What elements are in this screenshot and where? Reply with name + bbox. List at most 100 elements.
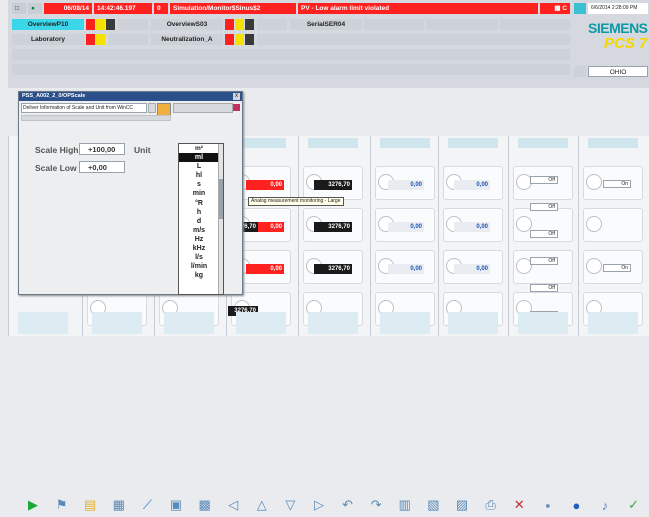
area-button-laboratory[interactable]: Laboratory [12,34,84,45]
unit-option[interactable]: hl [179,171,219,180]
state-off-label[interactable]: Off [530,203,558,211]
area-alarm-icon [225,34,234,45]
unit-option[interactable]: s [179,180,219,189]
dialog-pin-icon[interactable] [233,104,240,111]
value-display[interactable]: 3276,70 [314,264,352,274]
report-icon[interactable]: ▦ [110,496,128,514]
area-slot [426,19,498,30]
dialog-description: Deliver Information of Scale and Unit fr… [21,103,147,113]
state-off-label[interactable]: Off [530,284,558,292]
user-icon[interactable]: ● [28,3,42,14]
area-slot [500,19,570,30]
state-off-label[interactable]: Off [530,176,558,184]
unit-option[interactable]: Hz [179,235,219,244]
unit-option[interactable]: l/min [179,262,219,271]
value-display[interactable]: 0,00 [454,180,490,190]
unit-option[interactable]: min [179,189,219,198]
scale-high-input[interactable]: +100,00 [79,143,125,155]
nav-first-icon[interactable]: ◁ [224,496,242,514]
nav-down-icon[interactable]: ▽ [281,496,299,514]
save-icon[interactable]: ▨ [453,496,471,514]
unit-dropdown[interactable]: m² ml Lhl s min °R h d m/s Hz kHz l/s l/min kg [178,143,224,295]
unit-option[interactable]: h [179,208,219,217]
area-button-overviews03[interactable]: OverviewS03 [151,19,223,30]
valve-icon[interactable] [586,216,602,232]
column-footer [18,312,68,334]
lock-icon[interactable]: ▪ [539,496,557,514]
value-display[interactable]: 0,00 [388,222,424,232]
product-logo: PCS 7 [604,35,648,52]
area-op-icon [245,34,254,45]
value-display[interactable]: 0,00 [246,264,284,274]
user-icon[interactable]: ● [567,496,585,514]
unit-option[interactable]: °R [179,199,219,208]
area-button-overviewp10[interactable]: OverviewP10 [12,19,84,30]
unit-selected-value[interactable]: m² [179,144,219,153]
dialog-title[interactable]: PSS_A002_2_0/OPScale [19,92,242,101]
value-display[interactable]: 3276,70 [314,180,352,190]
column-footer [92,312,142,334]
root: □ ● 06/08/14 14:42:46.197 0 Simulation/M… [0,0,649,517]
column-header [448,138,498,148]
scale-low-label: Scale Low [35,163,77,173]
value-display[interactable]: 3276,70 [314,222,352,232]
overview-icon[interactable]: ▥ [396,496,414,514]
area-slot [257,34,570,45]
unit-option[interactable]: d [179,217,219,226]
print-icon[interactable]: ⎙ [482,496,500,514]
value-display[interactable]: 0,00 [454,264,490,274]
column-footer [588,312,638,334]
state-off-label[interactable]: Off [530,257,558,265]
state-on-label[interactable]: On [603,264,631,272]
valve-icon[interactable] [586,258,602,274]
trend-icon[interactable]: ⟋ [138,496,156,514]
unit-label: Unit [134,145,151,155]
area-button-serialser04[interactable]: SerialSER04 [290,19,362,30]
delete-icon[interactable]: ✕ [510,496,528,514]
alarm-list-icon[interactable]: □ [12,3,26,14]
area-button-neutralization[interactable]: Neutralization_A [151,34,223,45]
state-on-label[interactable]: On [603,180,631,188]
area-slot [118,19,148,30]
forward-icon[interactable]: ↷ [367,496,385,514]
run-icon[interactable]: ▶ [24,496,42,514]
nav-next-icon[interactable]: ▷ [310,496,328,514]
sound-icon[interactable]: ♪ [596,496,614,514]
close-icon[interactable]: x [233,93,240,100]
area-op-icon [245,19,254,30]
area-op-icon [106,19,115,30]
unit-option[interactable]: m/s [179,226,219,235]
state-off-label[interactable]: Off [530,230,558,238]
valve-icon[interactable] [586,174,602,190]
horn-icon[interactable] [574,3,586,14]
value-display[interactable]: 0,00 [246,180,284,190]
back-icon[interactable]: ↶ [339,496,357,514]
unit-option[interactable]: kHz [179,244,219,253]
toolbar: ▶ ⚑ ▤ ▦ ⟋ ▣ ▩ ◁ △ ▽ ▷ ↶ ↷ ▥ ▧ ▨ ⎙ ✕ ▪ ● ♪ ✓ [8,492,649,517]
value-display[interactable]: 0,00 [454,222,490,232]
filter-icon[interactable]: ⚑ [53,496,71,514]
picture-icon[interactable]: ▩ [196,496,214,514]
value-display[interactable]: 0,00 [388,180,424,190]
alarm-text[interactable]: PV - Low alarm limit violated [298,3,538,14]
scrollbar-thumb[interactable] [219,179,223,219]
column-footer [164,312,214,334]
unit-scrollbar[interactable] [218,144,223,294]
scale-high-label: Scale High [35,145,79,155]
alarm-path[interactable]: Simulation/Monitor$Sinus$2 [170,3,296,14]
value-display[interactable]: 0,00 [388,264,424,274]
folder-icon[interactable]: ▤ [81,496,99,514]
unit-option[interactable]: L [179,162,219,171]
server-icon[interactable] [574,66,586,77]
unit-option[interactable]: ml [179,153,219,163]
picture-tree-icon[interactable]: ▣ [167,496,185,514]
unit-option[interactable]: l/s [179,253,219,262]
area-icon[interactable]: ▧ [424,496,442,514]
scale-low-input[interactable]: +0,00 [79,161,125,173]
clock: 6/6/2014 2:28:09 PM [588,3,648,14]
area-alarm-icon [225,19,234,30]
column-footer [380,312,430,334]
unit-option[interactable]: kg [179,271,219,280]
ack-icon[interactable]: ✓ [625,496,643,514]
nav-up-icon[interactable]: △ [253,496,271,514]
